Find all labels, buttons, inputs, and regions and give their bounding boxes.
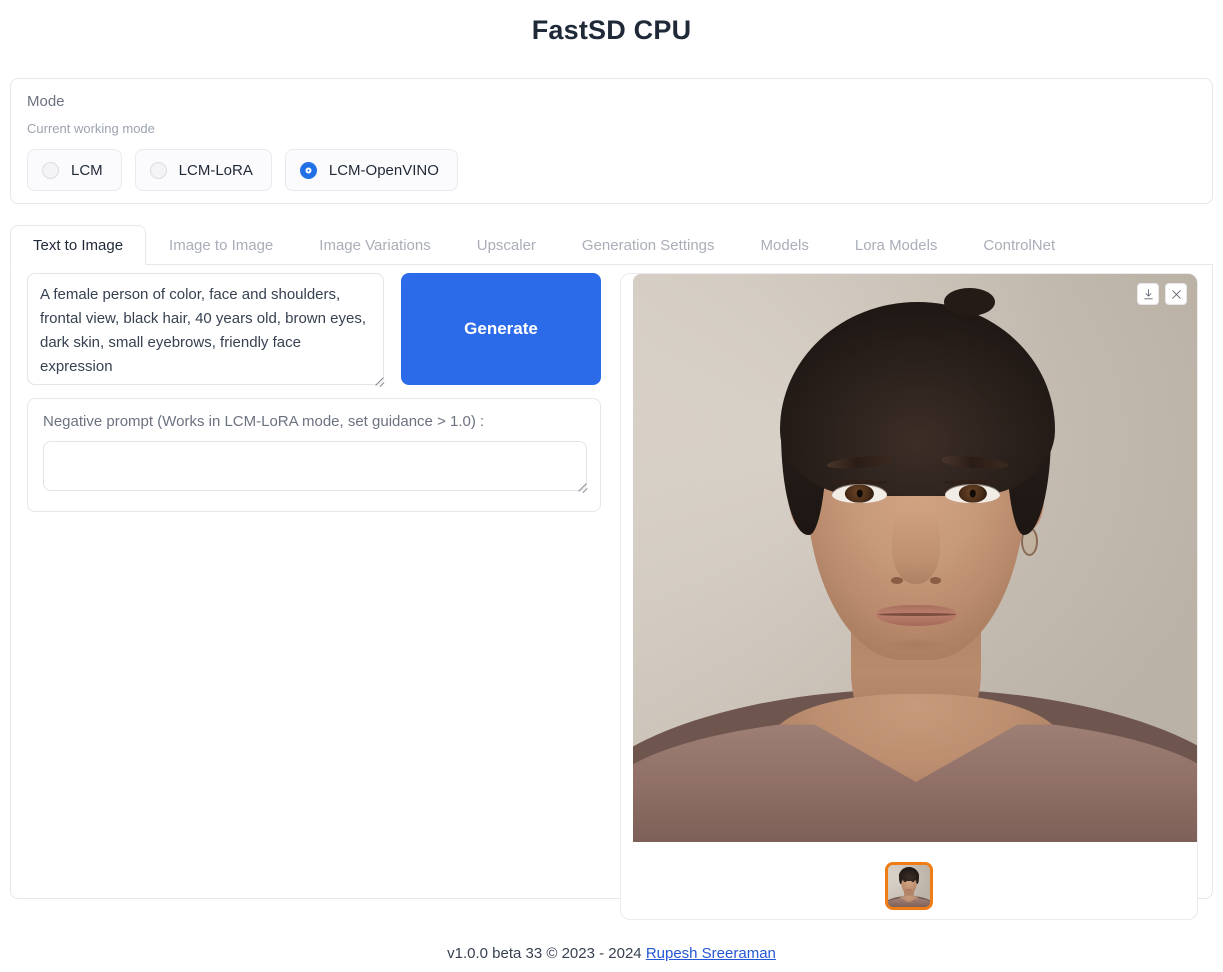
thumb-eyebrow-right	[910, 878, 916, 880]
image-chin-shadow	[882, 637, 950, 652]
mode-label: Mode	[27, 93, 65, 110]
mode-option-lcm-openvino[interactable]: LCM-OpenVINO	[284, 149, 458, 191]
download-icon[interactable]	[1137, 283, 1159, 305]
output-image-card	[620, 273, 1198, 920]
thumb-eye-right	[911, 880, 916, 882]
thumb-hair	[898, 867, 920, 882]
thumb-lips	[906, 889, 912, 891]
mode-option-label: LCM-LoRA	[178, 161, 253, 179]
page-title: FastSD CPU	[531, 15, 692, 45]
mode-option-lcm[interactable]: LCM	[27, 149, 122, 191]
tab-panel-text-to-image: Generate Negative prompt (Works in LCM-L…	[10, 265, 1213, 920]
image-eye-right	[945, 484, 1000, 503]
radio-icon-selected	[299, 161, 317, 179]
mode-radio-group: LCM LCM-LoRA LCM-OpenVINO	[27, 149, 458, 191]
image-nose	[892, 509, 940, 584]
mode-option-lcm-lora[interactable]: LCM-LoRA	[134, 149, 272, 191]
image-iris-right	[958, 484, 987, 503]
tab-controlnet[interactable]: ControlNet	[960, 225, 1078, 265]
radio-icon	[149, 161, 167, 179]
thumbnail-render	[888, 865, 930, 907]
image-gallery	[621, 852, 1197, 919]
gallery-thumbnail[interactable]	[885, 862, 933, 910]
negative-prompt-card: Negative prompt (Works in LCM-LoRA mode,…	[27, 398, 601, 512]
image-hair-bun	[944, 287, 996, 317]
close-icon[interactable]	[1165, 283, 1187, 305]
portrait-render	[633, 274, 1197, 842]
tab-upscaler[interactable]: Upscaler	[454, 225, 559, 265]
footer: v1.0.0 beta 33 © 2023 - 2024 Rupesh Sree…	[0, 945, 1223, 962]
mode-option-label: LCM	[71, 161, 103, 179]
tab-bar: Text to Image Image to Image Image Varia…	[10, 225, 1213, 265]
image-lip-line	[877, 613, 956, 616]
thumb-eye-left	[902, 880, 907, 882]
radio-icon	[42, 161, 59, 179]
image-pupil-left	[856, 489, 863, 498]
generated-image[interactable]	[633, 274, 1197, 842]
author-link[interactable]: Rupesh Sreeraman	[646, 945, 776, 962]
tab-lora-models[interactable]: Lora Models	[832, 225, 961, 265]
image-eye-left	[832, 484, 887, 503]
negative-prompt-input[interactable]	[43, 441, 587, 491]
negative-prompt-label: Negative prompt (Works in LCM-LoRA mode,…	[43, 413, 485, 430]
tab-generation-settings[interactable]: Generation Settings	[559, 225, 738, 265]
tab-image-variations[interactable]: Image Variations	[296, 225, 453, 265]
image-toolbar	[1137, 283, 1187, 305]
generate-button[interactable]: Generate	[401, 273, 601, 385]
tab-image-to-image[interactable]: Image to Image	[146, 225, 296, 265]
app-root: FastSD CPU Mode Current working mode LCM…	[0, 0, 1223, 972]
prompt-input[interactable]	[27, 273, 384, 385]
mode-description: Current working mode	[27, 121, 155, 136]
image-iris-left	[845, 484, 874, 503]
tab-models[interactable]: Models	[738, 225, 832, 265]
tab-text-to-image[interactable]: Text to Image	[10, 225, 147, 265]
image-pupil-right	[969, 489, 976, 498]
version-text: v1.0.0 beta 33 © 2023 - 2024	[447, 945, 646, 962]
mode-option-label: LCM-OpenVINO	[328, 161, 439, 179]
mode-card: Mode Current working mode LCM LCM-LoRA L…	[10, 78, 1213, 204]
